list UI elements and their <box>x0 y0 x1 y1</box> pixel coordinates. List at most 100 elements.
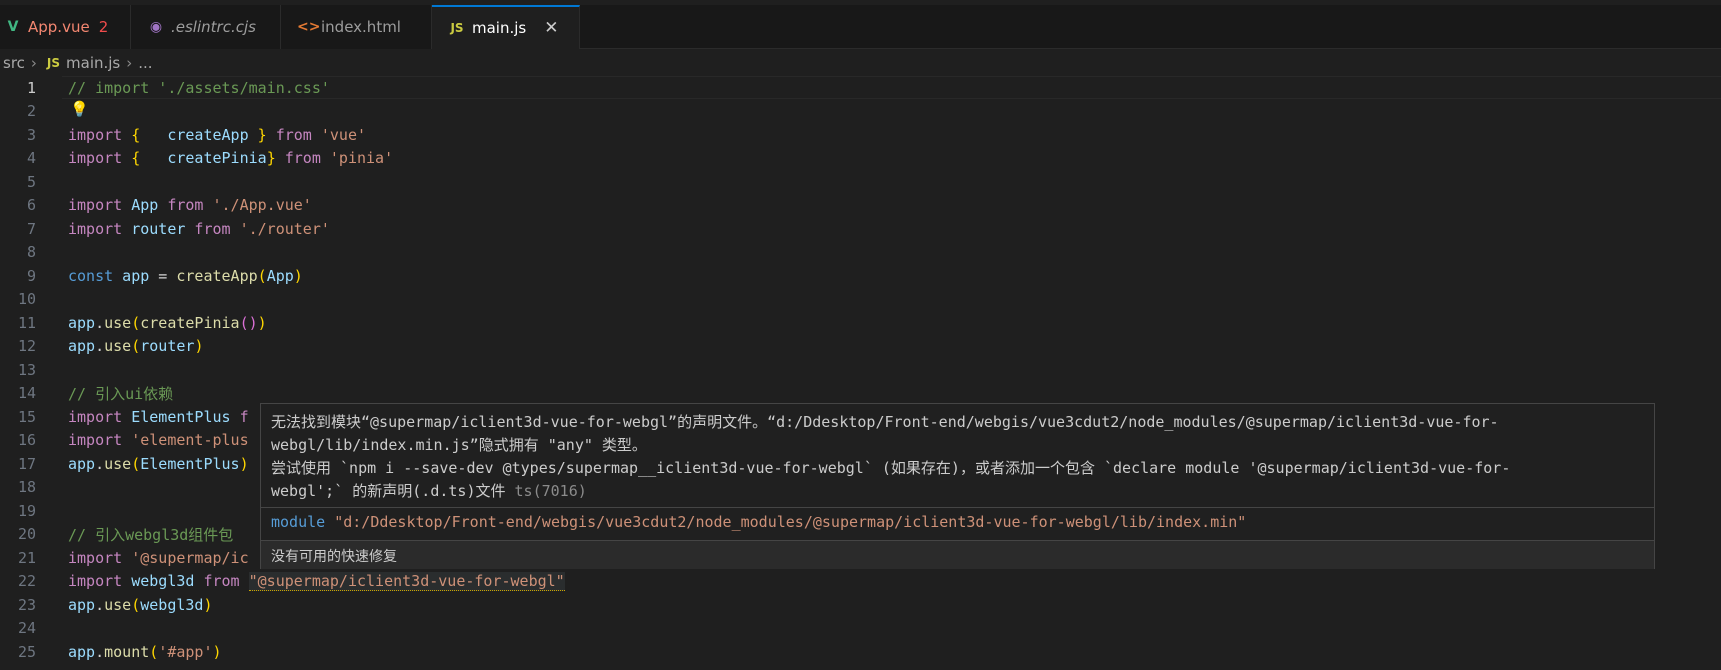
identifier: createApp <box>140 125 258 144</box>
chevron-right-icon: › <box>126 54 133 72</box>
line-number: 11 <box>17 313 36 332</box>
line-content: app.mount('#app') <box>68 643 222 661</box>
breadcrumb-symbol[interactable]: ... <box>138 54 152 72</box>
tab-main-js[interactable]: JS main.js ✕ <box>432 5 580 49</box>
identifier: ElementPlus <box>122 407 231 426</box>
quick-fix-status: 没有可用的快速修复 <box>261 540 1654 569</box>
diagnostic-message: 无法找到模块“@supermap/iclient3d-vue-for-webgl… <box>261 404 1654 503</box>
string: 'pinia' <box>329 149 394 168</box>
line-number: 24 <box>17 619 36 638</box>
tab-index-html[interactable]: <> index.html <box>281 5 432 49</box>
code-line: 8 <box>0 241 1721 265</box>
bracket: ( <box>149 642 159 661</box>
operator: . <box>95 595 105 614</box>
keyword: from <box>266 125 321 144</box>
line-number: 12 <box>17 337 36 356</box>
tab-label: index.html <box>321 18 401 36</box>
code-line: 7 import router from './router' <box>0 217 1721 241</box>
tab-app-vue[interactable]: V App.vue 2 <box>0 5 131 49</box>
code-line: 1 // import './assets/main.css' <box>0 76 1721 100</box>
identifier: app <box>68 454 96 473</box>
code-line: 25 app.mount('#app') <box>0 640 1721 664</box>
line-number: 9 <box>26 266 36 285</box>
bracket: { <box>122 125 141 144</box>
tab-label: .eslintrc.cjs <box>171 18 256 36</box>
line-number: 5 <box>26 172 36 191</box>
line-content: app.use(ElementPlus) <box>68 455 249 473</box>
tab-label: App.vue <box>28 18 90 36</box>
identifier: ElementPlus <box>140 454 240 473</box>
function: createApp <box>176 266 258 285</box>
string: '#app' <box>158 642 213 661</box>
line-content: import '@supermap/ic <box>68 549 249 567</box>
identifier: router <box>122 219 186 238</box>
comment: // 引入ui依赖 <box>68 384 174 403</box>
breadcrumb: src › JS main.js › ... <box>0 50 153 76</box>
function: use <box>104 337 132 356</box>
line-number: 1 <box>26 78 36 97</box>
comment: // import './assets/main.css' <box>68 78 330 97</box>
operator: . <box>95 337 105 356</box>
line-number: 4 <box>26 149 36 168</box>
bracket: ) <box>293 266 303 285</box>
code-line: 22 import webgl3d from "@supermap/iclien… <box>0 570 1721 594</box>
identifier: webgl3d <box>140 595 204 614</box>
keyword: import <box>68 431 123 450</box>
bracket: ) <box>239 454 249 473</box>
function: use <box>104 313 132 332</box>
code-line: 4 import { createPinia} from 'pinia' <box>0 147 1721 171</box>
operator: . <box>95 454 105 473</box>
breadcrumb-file[interactable]: main.js <box>66 54 120 72</box>
line-number: 10 <box>17 290 36 309</box>
string: './router' <box>239 219 330 238</box>
line-number: 22 <box>17 572 36 591</box>
line-content: import { createApp } from 'vue' <box>68 126 366 144</box>
operator: = <box>149 266 177 285</box>
line-content: import ElementPlus f <box>68 408 249 426</box>
keyword: import <box>68 219 123 238</box>
line-content: // 引入webgl3d组件包 <box>68 524 233 545</box>
error-code[interactable]: ts(7016) <box>515 482 587 500</box>
diagnostic-line: 无法找到模块“@supermap/iclient3d-vue-for-webgl… <box>271 413 1499 431</box>
breadcrumb-folder[interactable]: src <box>3 54 25 72</box>
bracket: ( <box>131 337 141 356</box>
html-icon: <> <box>297 19 321 35</box>
function: use <box>104 595 132 614</box>
tab-eslintrc[interactable]: ◉ .eslintrc.cjs <box>131 5 281 49</box>
diagnostic-text: webgl';` 的新声明(.d.ts)文件 <box>271 482 506 500</box>
line-number: 7 <box>26 219 36 238</box>
bracket: { <box>122 149 141 168</box>
code-line: 13 <box>0 358 1721 382</box>
line-number: 25 <box>17 642 36 661</box>
eslint-icon: ◉ <box>149 19 163 35</box>
keyword: import <box>68 125 123 144</box>
line-content: import { createPinia} from 'pinia' <box>68 149 393 167</box>
code-line: 23 app.use(webgl3d) <box>0 593 1721 617</box>
line-content: app.use(createPinia()) <box>68 314 267 332</box>
line-number: 17 <box>17 454 36 473</box>
line-number: 14 <box>17 384 36 403</box>
lightbulb-icon[interactable]: 💡 <box>70 100 89 118</box>
string: 'vue' <box>320 125 367 144</box>
bracket: ( <box>131 454 141 473</box>
identifier: app <box>68 595 96 614</box>
close-icon[interactable]: ✕ <box>544 18 558 38</box>
identifier: app <box>68 337 96 356</box>
line-number: 15 <box>17 407 36 426</box>
code-editor[interactable]: 1 // import './assets/main.css' 2 💡 3 im… <box>0 76 1721 670</box>
keyword: f <box>230 407 249 426</box>
identifier: webgl3d <box>122 572 195 591</box>
module-signature: module "d:/Ddesktop/Front-end/webgis/vue… <box>261 508 1654 540</box>
code-line: 6 import App from './App.vue' <box>0 194 1721 218</box>
bracket: ) <box>257 313 267 332</box>
identifier: app <box>68 313 96 332</box>
operator: . <box>95 313 105 332</box>
hover-tooltip[interactable]: 无法找到模块“@supermap/iclient3d-vue-for-webgl… <box>260 403 1655 569</box>
line-number: 20 <box>17 525 36 544</box>
diagnostic-line: 尝试使用 `npm i --save-dev @types/supermap__… <box>271 459 1511 477</box>
unresolved-module-string[interactable]: "@supermap/iclient3d-vue-for-webgl" <box>248 572 565 592</box>
keyword: import <box>68 548 123 567</box>
code-line: 2 <box>0 100 1721 124</box>
line-number: 13 <box>17 360 36 379</box>
tab-label: main.js <box>472 19 527 37</box>
